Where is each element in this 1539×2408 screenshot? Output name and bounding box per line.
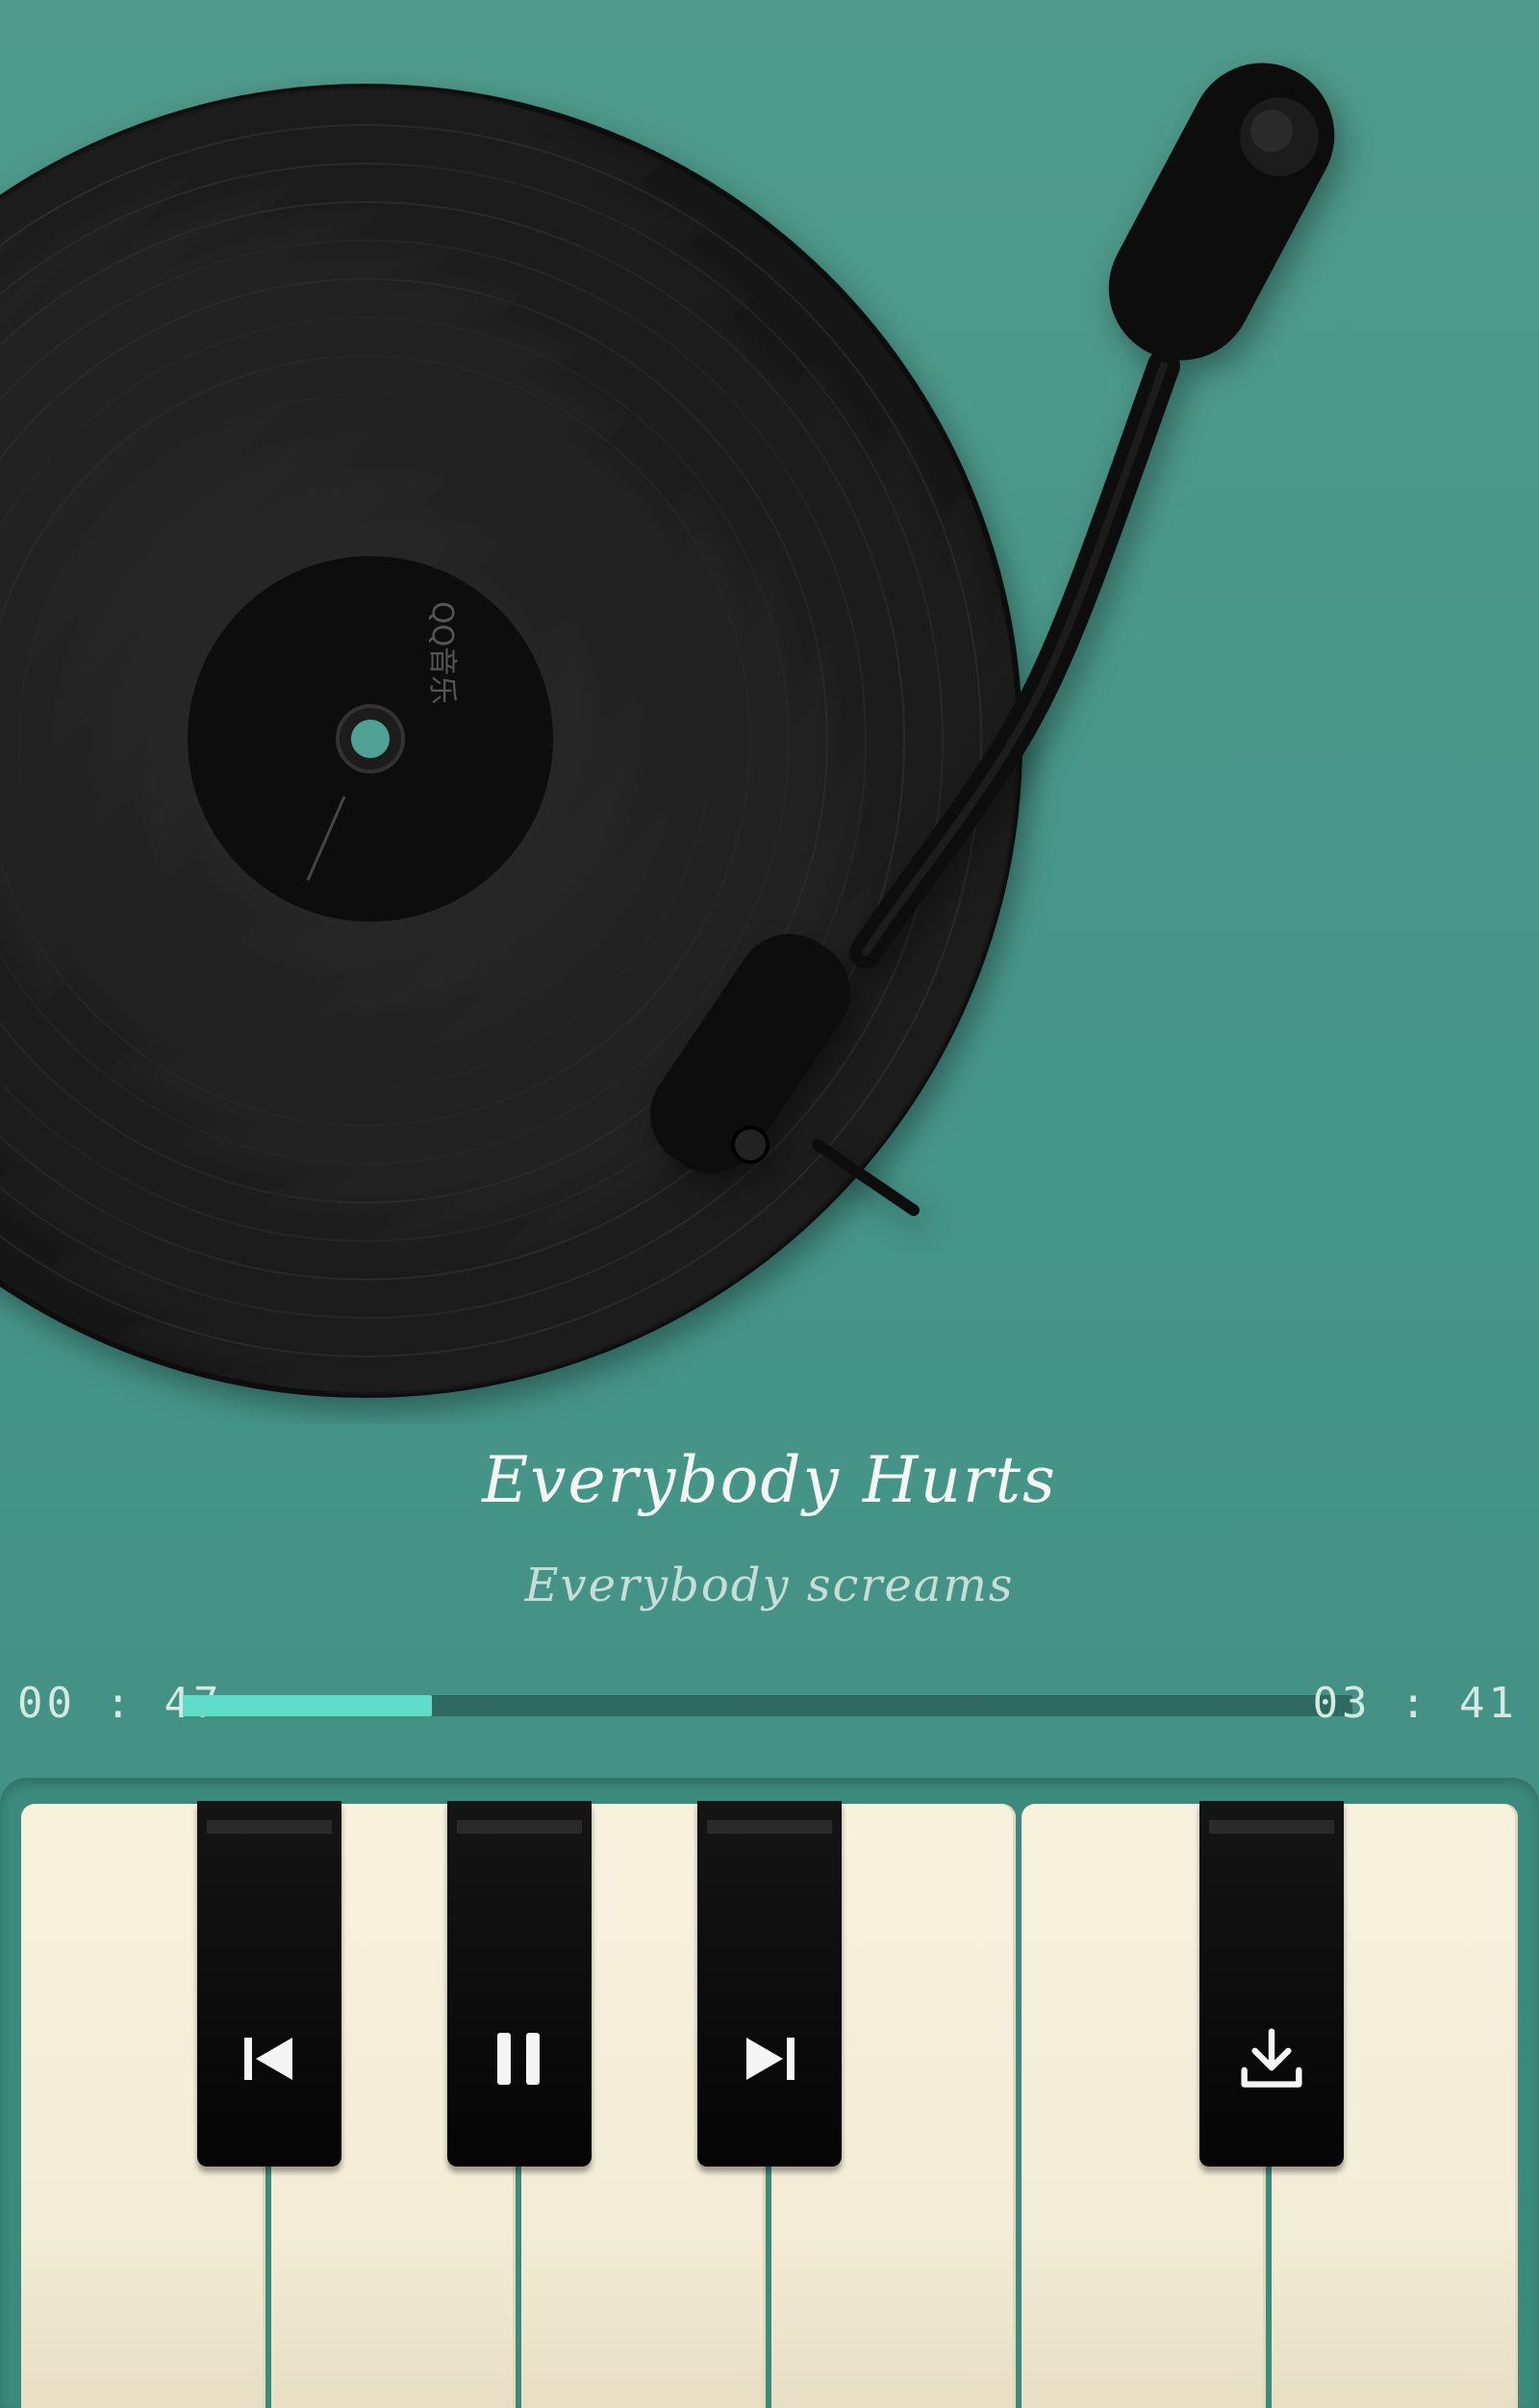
download-button[interactable] [1199, 1801, 1344, 2167]
music-player-screen: QQ音乐 Everybody Hurts Everybody screams 0… [0, 0, 1539, 2408]
pause-button[interactable] [447, 1801, 592, 2167]
next-icon [739, 2028, 800, 2090]
lyric-line: Everybody screams [524, 1559, 1015, 1612]
time-total: 03 : 41 [1312, 1679, 1518, 1728]
disc-label-text: QQ音乐 [425, 601, 459, 704]
download-icon [1241, 2028, 1302, 2090]
progress-bar[interactable] [183, 1695, 1352, 1716]
next-button[interactable] [697, 1801, 842, 2167]
song-title: Everybody Hurts [482, 1443, 1057, 1517]
pause-icon [489, 2028, 550, 2090]
progress-fill [183, 1695, 432, 1716]
previous-icon [239, 2028, 300, 2090]
vinyl-record [0, 84, 1022, 1398]
previous-button[interactable] [197, 1801, 341, 2167]
turntable: QQ音乐 [0, 0, 1539, 1424]
